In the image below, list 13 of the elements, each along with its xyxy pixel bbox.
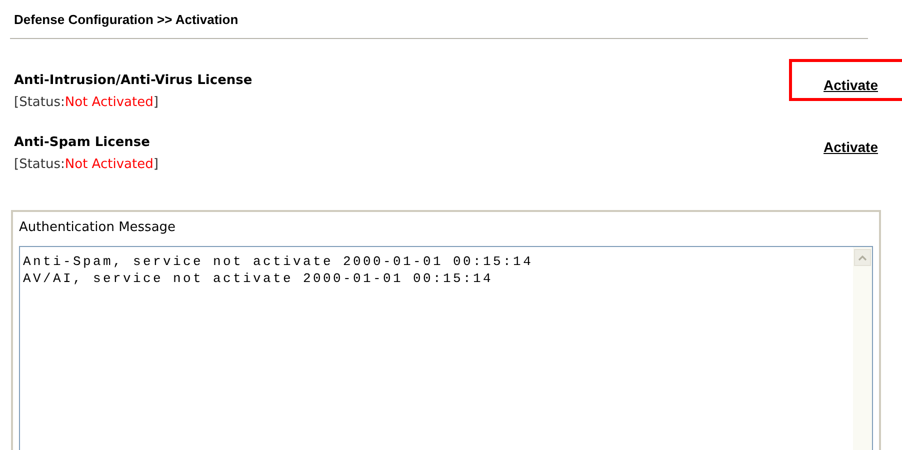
scroll-up-icon[interactable] [854,249,871,266]
license-status: [Status:Not Activated] [14,156,158,172]
scrollbar[interactable] [853,247,872,450]
license-name: Anti-Intrusion/Anti-Virus License [14,72,252,88]
activate-link[interactable]: Activate [824,138,878,154]
license-status: [Status:Not Activated] [14,94,160,110]
panel-title: Authentication Message [19,220,176,236]
log-line: AV/AI, service not activate 2000-01-01 00:15:14 [23,270,494,287]
log-line: Anti-Spam, service not activate 2000-01-01 00:15:14 [23,253,534,270]
message-log-field[interactable]: Anti-Spam, service not activate 2000-01-01 00:15:14 AV/AI, service not activate 2000-01-01 00:15:14 [19,246,873,450]
activate-link[interactable]: Activate [824,76,878,92]
license-name: Anti-Spam License [14,134,151,150]
page-title: Defense Configuration >> Activation [13,11,240,29]
